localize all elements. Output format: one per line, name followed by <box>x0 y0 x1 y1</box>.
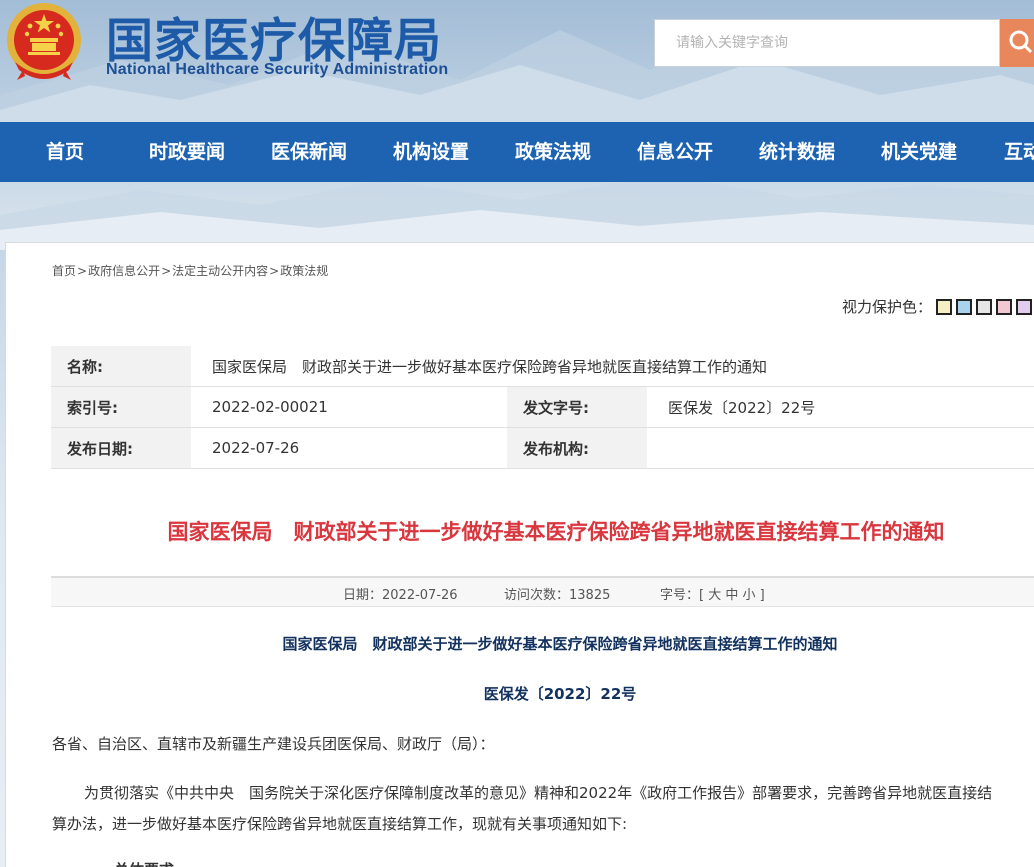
nav-item-interaction[interactable]: 互动 <box>1004 122 1034 182</box>
nav-item-party[interactable]: 机关党建 <box>881 122 957 182</box>
site-subtitle: National Healthcare Security Administrat… <box>106 61 449 78</box>
body-heading: 国家医保局 财政部关于进一步做好基本医疗保险跨省异地就医直接结算工作的通知 <box>282 635 838 653</box>
addressee: 各省、自治区、直辖市及新疆生产建设兵团医保局、财政厅（局）： <box>52 735 495 753</box>
breadcrumb-home[interactable]: 首页 <box>52 264 76 278</box>
publisher-value <box>647 427 1034 469</box>
search-input[interactable] <box>655 20 996 66</box>
breadcrumb-gov-info[interactable]: 政府信息公开 <box>88 264 160 278</box>
search-icon <box>1007 28 1033 58</box>
table-row: 名称: 国家医保局 财政部关于进一步做好基本医疗保险跨省异地就医直接结算工作的通… <box>51 346 1034 387</box>
main-nav: 首页 时政要闻 医保新闻 机构设置 政策法规 信息公开 统计数据 机关党建 互动 <box>0 122 1034 182</box>
table-row: 索引号: 2022-02-00021 发文字号: 医保发〔2022〕22号 <box>51 386 1034 428</box>
table-row: 发布日期: 2022-07-26 发布机构: <box>51 427 1034 469</box>
article-meta-bar: 日期：2022-07-26 访问次数：13825 字号：[ 大 中 小 ] <box>51 576 1034 607</box>
color-swatch-yellow[interactable] <box>936 298 953 315</box>
color-swatch-gray[interactable] <box>976 298 993 315</box>
breadcrumb-separator: > <box>269 264 280 278</box>
nav-item-politics[interactable]: 时政要闻 <box>149 122 225 182</box>
publish-date-label: 发布日期: <box>51 427 191 469</box>
nav-item-disclosure[interactable]: 信息公开 <box>637 122 713 182</box>
nav-item-statistics[interactable]: 统计数据 <box>759 122 835 182</box>
breadcrumb: 首页>政府信息公开>法定主动公开内容>政策法规 <box>52 262 328 279</box>
breadcrumb-policies[interactable]: 政策法规 <box>280 264 328 278</box>
paragraph-line: 算办法，进一步做好基本医疗保险跨省异地就医直接结算工作，现就有关事项通知如下: <box>52 815 628 833</box>
visit-count: 访问次数：13825 <box>504 588 611 603</box>
search-box <box>654 19 1000 67</box>
eye-protection-label: 视力保护色： <box>842 298 933 316</box>
content-panel: 首页>政府信息公开>法定主动公开内容>政策法规 视力保护色： 名称: 国家医保局… <box>5 242 1034 867</box>
search-button[interactable] <box>1000 19 1034 67</box>
breadcrumb-separator: > <box>77 264 88 278</box>
eye-protection-colors: 视力保护色： <box>842 296 1033 317</box>
nav-item-policies[interactable]: 政策法规 <box>515 122 591 182</box>
nav-item-news[interactable]: 医保新闻 <box>271 122 347 182</box>
breadcrumb-disclosure[interactable]: 法定主动公开内容 <box>172 264 268 278</box>
name-value: 国家医保局 财政部关于进一步做好基本医疗保险跨省异地就医直接结算工作的通知 <box>191 346 1034 387</box>
font-size-switcher[interactable]: 字号：[ 大 中 小 ] <box>660 584 765 603</box>
publisher-label: 发布机构: <box>507 427 647 469</box>
color-swatch-blue[interactable] <box>956 298 973 315</box>
doc-number-label: 发文字号: <box>507 386 647 428</box>
paragraph-line: 为贯彻落实《中共中央 国务院关于深化医疗保障制度改革的意见》精神和2022年《政… <box>84 784 993 802</box>
article-date: 日期：2022-07-26 <box>343 588 458 603</box>
color-swatch-purple[interactable] <box>1016 298 1033 315</box>
color-swatch-pink[interactable] <box>996 298 1013 315</box>
site-header: 国家医疗保障局 National Healthcare Security Adm… <box>0 0 1034 122</box>
article-title: 国家医保局 财政部关于进一步做好基本医疗保险跨省异地就医直接结算工作的通知 <box>167 520 945 544</box>
doc-number-value: 医保发〔2022〕22号 <box>647 386 1034 428</box>
section-heading: 一、总体要求 <box>84 859 174 867</box>
name-label: 名称: <box>51 346 191 387</box>
nav-item-home[interactable]: 首页 <box>46 122 84 182</box>
national-emblem-logo[interactable] <box>3 0 85 84</box>
document-number: 医保发〔2022〕22号 <box>483 685 637 703</box>
nav-item-organization[interactable]: 机构设置 <box>393 122 469 182</box>
index-label: 索引号: <box>51 386 191 428</box>
publish-date-value: 2022-07-26 <box>191 427 507 469</box>
index-value: 2022-02-00021 <box>191 386 507 428</box>
document-info-table: 名称: 国家医保局 财政部关于进一步做好基本医疗保险跨省异地就医直接结算工作的通… <box>51 346 1034 469</box>
breadcrumb-separator: > <box>161 264 172 278</box>
